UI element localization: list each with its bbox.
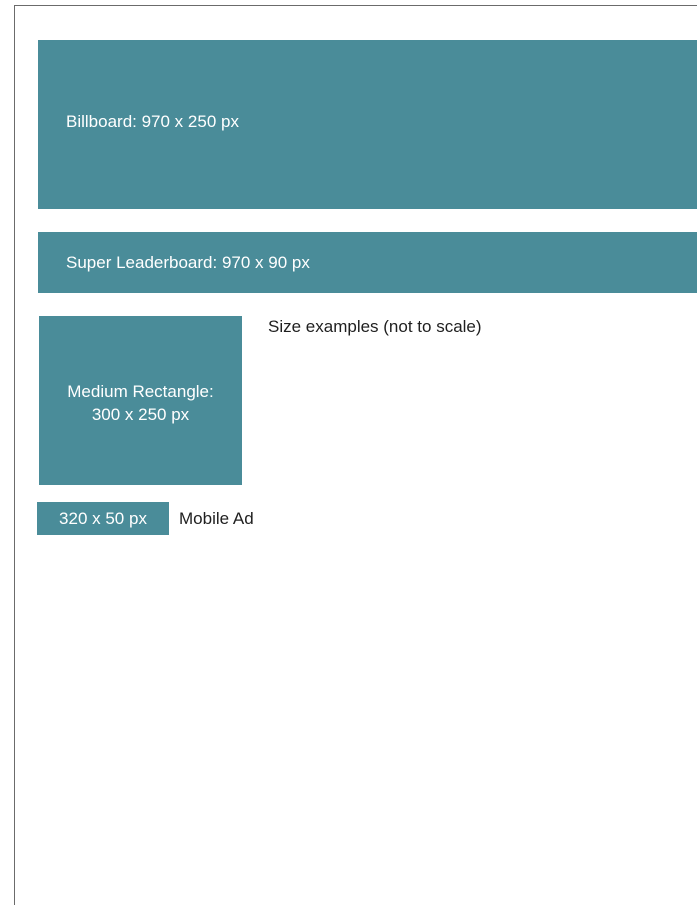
billboard-ad-block: Billboard: 970 x 250 px xyxy=(38,40,697,209)
mobile-ad-block: 320 x 50 px xyxy=(37,502,169,535)
billboard-label: Billboard: 970 x 250 px xyxy=(66,111,239,131)
mobile-ad-caption: Mobile Ad xyxy=(179,509,254,528)
size-examples-caption: Size examples (not to scale) xyxy=(268,317,482,336)
medium-rectangle-label-line1: Medium Rectangle: xyxy=(67,381,214,401)
medium-rectangle-ad-block: Medium Rectangle: 300 x 250 px xyxy=(39,316,242,485)
mobile-ad-size-label: 320 x 50 px xyxy=(59,508,147,528)
medium-rectangle-label-line2: 300 x 250 px xyxy=(91,404,190,424)
super-leaderboard-label: Super Leaderboard: 970 x 90 px xyxy=(66,252,310,272)
super-leaderboard-ad-block: Super Leaderboard: 970 x 90 px xyxy=(38,232,697,293)
